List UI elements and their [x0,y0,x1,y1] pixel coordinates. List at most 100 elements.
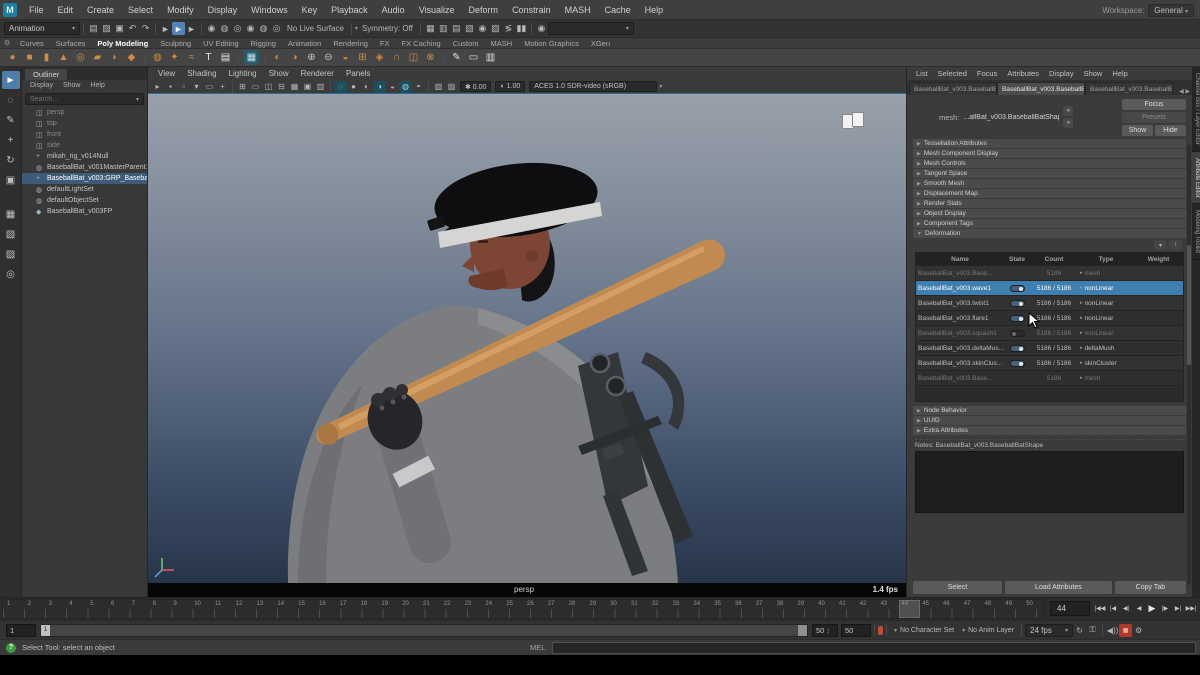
xray-icon[interactable]: ▧ [2,225,20,243]
outliner-item-bat-rig[interactable]: +BaseballBat_v003:GRP_BaseballBat_RIG [22,173,147,184]
outliner-item-top[interactable]: ◫top [22,118,147,129]
anim-layer-dropdown[interactable]: ▾No Anim Layer [958,624,1018,637]
select-tool[interactable]: ► [2,71,20,89]
bookmarks-icon[interactable]: ▾ [190,81,203,93]
exposure-field[interactable]: ✱ 0.00 [460,81,491,92]
state-toggle[interactable] [1010,330,1025,337]
viewport-menu-shading[interactable]: Shading [181,69,222,78]
table-row[interactable]: BaseballBat_v003.wave15186 / 5186▸nonLin… [916,281,1183,296]
menu-file[interactable]: File [22,0,51,20]
isolate-select-icon[interactable]: ▦ [2,205,20,223]
light-editor-icon[interactable]: ▨ [489,22,502,35]
ae-tab-0[interactable]: BaseballBat_v003.BaseballBat [909,82,997,95]
ae-menu-list[interactable]: List [911,69,933,78]
loop-icon[interactable]: ↻ [1073,624,1086,637]
outliner-item-master-parent[interactable]: ◍BaseballBat_v001MasterParent1 [22,162,147,173]
shelf-tab-custom[interactable]: Custom [447,39,485,48]
poly-sphere-icon[interactable]: ● [5,50,20,65]
ipr-render-icon[interactable]: ▤ [450,22,463,35]
search-input[interactable] [30,96,120,103]
table-row[interactable]: BaseballBat_v003.Base...5186▸mesh [916,266,1183,281]
step-back-frame-button[interactable]: |◀ [1107,600,1119,616]
combine-icon[interactable]: ⊕ [304,50,319,65]
menu-cache[interactable]: Cache [598,0,638,20]
menu-display[interactable]: Display [201,0,245,20]
ae-menu-attributes[interactable]: Attributes [1002,69,1044,78]
viewport-menu-renderer[interactable]: Renderer [295,69,340,78]
undo-icon[interactable]: ↶ [126,22,139,35]
mel-label[interactable]: MEL [530,643,545,652]
render-settings-icon[interactable]: ▧ [463,22,476,35]
bevel-icon[interactable]: ◈ [372,50,387,65]
film-gate-icon[interactable]: ▭ [249,81,262,93]
rotate-tool[interactable]: ↻ [2,151,20,169]
ae-menu-display[interactable]: Display [1044,69,1079,78]
filter-dropdown-icon[interactable]: ▾ [1154,240,1167,250]
menu-playback[interactable]: Playback [324,0,375,20]
paint-select-tool[interactable]: ✎ [2,111,20,129]
scale-tool[interactable]: ▣ [2,171,20,189]
hypershade-icon[interactable]: ◉ [476,22,489,35]
menu-create[interactable]: Create [80,0,121,20]
snap-to-points-icon[interactable]: ◎ [231,22,244,35]
viewport-canvas[interactable] [148,94,906,583]
outliner-item-side[interactable]: ◫side [22,140,147,151]
table-row[interactable]: BaseballBat_v003.squash15186 / 5186▸nonL… [916,326,1183,341]
sort-icon[interactable]: ↕ [1169,240,1182,250]
column-header-count[interactable]: Count [1030,256,1078,263]
section-mesh-controls[interactable]: ▶Mesh Controls [913,159,1186,168]
set-key-icon[interactable] [878,626,883,635]
boolean-union-icon[interactable]: ◐ [270,50,285,65]
shelf-tab-fx[interactable]: FX [374,39,396,48]
poly-disc-icon[interactable]: ◗ [107,50,122,65]
section-object-display[interactable]: ▶Object Display [913,209,1186,218]
show-button[interactable]: Show [1122,125,1153,136]
set-keyframe-icon[interactable]: ⚿ [1086,624,1099,637]
state-toggle[interactable] [1010,300,1025,307]
grid-toggle-icon[interactable]: ⊞ [236,81,249,93]
column-header-name[interactable]: Name [916,256,1004,263]
view-gate-icon[interactable] [842,112,868,130]
edit-edge-flow-icon[interactable]: ▭ [466,50,481,65]
presets-button[interactable]: Presets [1122,112,1186,123]
viewport-menu-panels[interactable]: Panels [340,69,376,78]
ae-menu-selected[interactable]: Selected [933,69,972,78]
colorspace-dropdown[interactable]: ACES 1.0 SDR-video (sRGB) [529,81,657,92]
outliner-item-rig-null[interactable]: +mikah_rig_v014Null [22,151,147,162]
poly-plane-icon[interactable]: ▰ [90,50,105,65]
select-by-hierarchy-icon[interactable]: ► [159,22,172,35]
shelf-tab-rigging[interactable]: Rigging [245,39,282,48]
audio-icon[interactable]: ◀)) [1106,624,1119,637]
shelf-gear-icon[interactable]: ⚙ [0,39,14,48]
menu-mash[interactable]: MASH [558,0,598,20]
mesh-name-field[interactable]: ...allBat_v003.BaseballBatShape [963,114,1059,121]
viewport-menu-view[interactable]: View [152,69,181,78]
character-set-dropdown[interactable]: ▾No Character Set [890,624,958,637]
state-toggle[interactable] [1010,345,1025,352]
scrollbar-thumb[interactable] [1187,245,1191,365]
play-backwards-button[interactable]: ◀ [1133,600,1145,616]
prev-node-icon[interactable]: « [1063,106,1073,116]
outliner-menu-display[interactable]: Display [26,82,57,89]
scrollbar[interactable] [1187,145,1191,585]
lock-camera-icon[interactable]: ▪ [164,81,177,93]
shelf-tab-uv-editing[interactable]: UV Editing [197,39,244,48]
outliner-title-tab[interactable]: Outliner [25,69,67,80]
section-extra-attributes[interactable]: ▶Extra Attributes [913,426,1186,435]
range-slider-track[interactable]: 1 [40,624,808,637]
snap-to-projected-center-icon[interactable]: ◉ [244,22,257,35]
xray-vp-icon[interactable]: ▨ [445,81,458,93]
menu-visualize[interactable]: Visualize [412,0,462,20]
animation-preferences-icon[interactable]: ⚙ [1132,624,1145,637]
table-row[interactable]: BaseballBat_v003.flare15186 / 5186▸nonLi… [916,311,1183,326]
character-model[interactable] [148,94,906,583]
outliner-item-default-object-set[interactable]: ◍defaultObjectSet [22,195,147,206]
safe-title-icon[interactable]: ▥ [314,81,327,93]
fps-dropdown[interactable]: 24 fps▾ [1025,624,1073,637]
select-camera-icon[interactable]: ▸ [151,81,164,93]
image-plane-icon[interactable]: ▭ [203,81,216,93]
section-uuid[interactable]: ▶UUID [913,416,1186,425]
use-all-lights-icon[interactable]: ◑ [373,81,386,93]
shadows-icon[interactable]: ◒ [386,81,399,93]
ae-menu-focus[interactable]: Focus [972,69,1002,78]
